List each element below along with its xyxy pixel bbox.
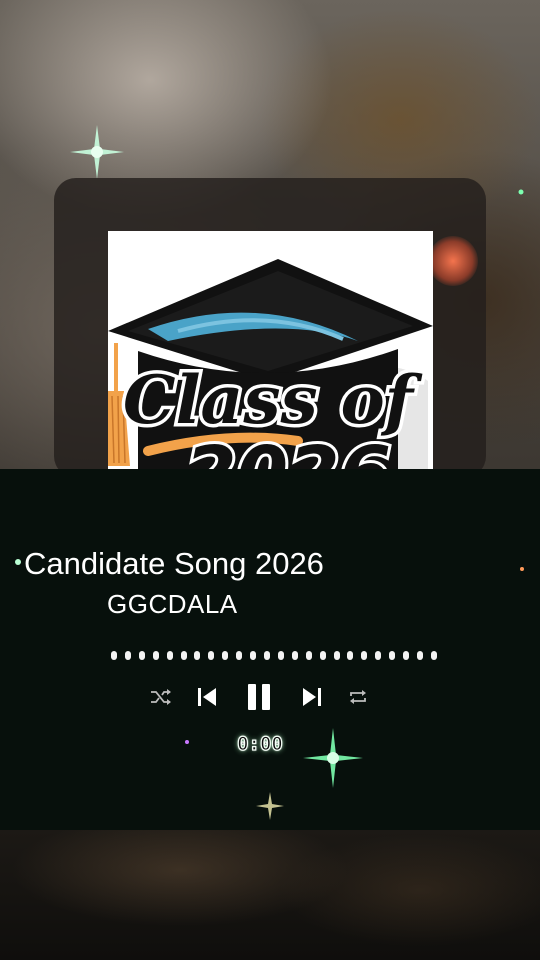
- progress-dot: [347, 650, 354, 660]
- progress-dot: [194, 650, 201, 660]
- progress-dot: [208, 650, 215, 660]
- progress-dot: [291, 650, 298, 660]
- progress-dot: [277, 650, 284, 660]
- artist-name: GGCDALA: [107, 589, 238, 619]
- album-art-year: 2026: [185, 431, 391, 471]
- progress-dot: [319, 650, 326, 660]
- progress-dot: [263, 650, 270, 660]
- blurred-background-bottom: [0, 830, 540, 960]
- elapsed-time: 0:00: [237, 732, 284, 755]
- skip-previous-icon[interactable]: [196, 686, 218, 708]
- song-title: Candidate Song 2026: [24, 546, 324, 581]
- skip-next-icon[interactable]: [301, 686, 323, 708]
- svg-text:Class of: Class of: [123, 361, 423, 439]
- graduation-cap-illustration: Class of 2026: [108, 259, 433, 471]
- progress-dot: [403, 650, 410, 660]
- sparkle-icon: [185, 740, 189, 744]
- progress-dot: [361, 650, 368, 660]
- progress-dot: [180, 650, 187, 660]
- bokeh-light: [428, 236, 478, 286]
- repeat-icon[interactable]: [347, 687, 369, 707]
- progress-dot: [111, 650, 117, 660]
- sparkle-icon: [256, 792, 284, 820]
- sparkle-icon: [15, 559, 21, 565]
- sparkle-icon: [303, 728, 363, 788]
- sparkle-icon: [520, 567, 524, 571]
- progress-dot: [222, 650, 229, 660]
- shuffle-icon[interactable]: [150, 687, 172, 707]
- album-art-title: Class of: [119, 358, 426, 443]
- progress-dot: [250, 650, 257, 660]
- progress-dot: [305, 650, 312, 660]
- progress-dot: [166, 650, 173, 660]
- progress-dot: [124, 650, 131, 660]
- progress-dot: [416, 650, 423, 660]
- sparkle-icon: [70, 125, 124, 179]
- progress-dot: [375, 650, 382, 660]
- progress-dot: [430, 650, 437, 660]
- pause-icon[interactable]: [246, 683, 272, 711]
- album-art: Class of 2026: [108, 231, 433, 471]
- sparkle-icon: [518, 189, 524, 195]
- progress-dot: [333, 650, 340, 660]
- progress-dot: [236, 650, 243, 660]
- progress-bar[interactable]: [111, 650, 437, 660]
- progress-dot: [389, 650, 396, 660]
- progress-dot: [152, 650, 159, 660]
- progress-dot: [138, 650, 145, 660]
